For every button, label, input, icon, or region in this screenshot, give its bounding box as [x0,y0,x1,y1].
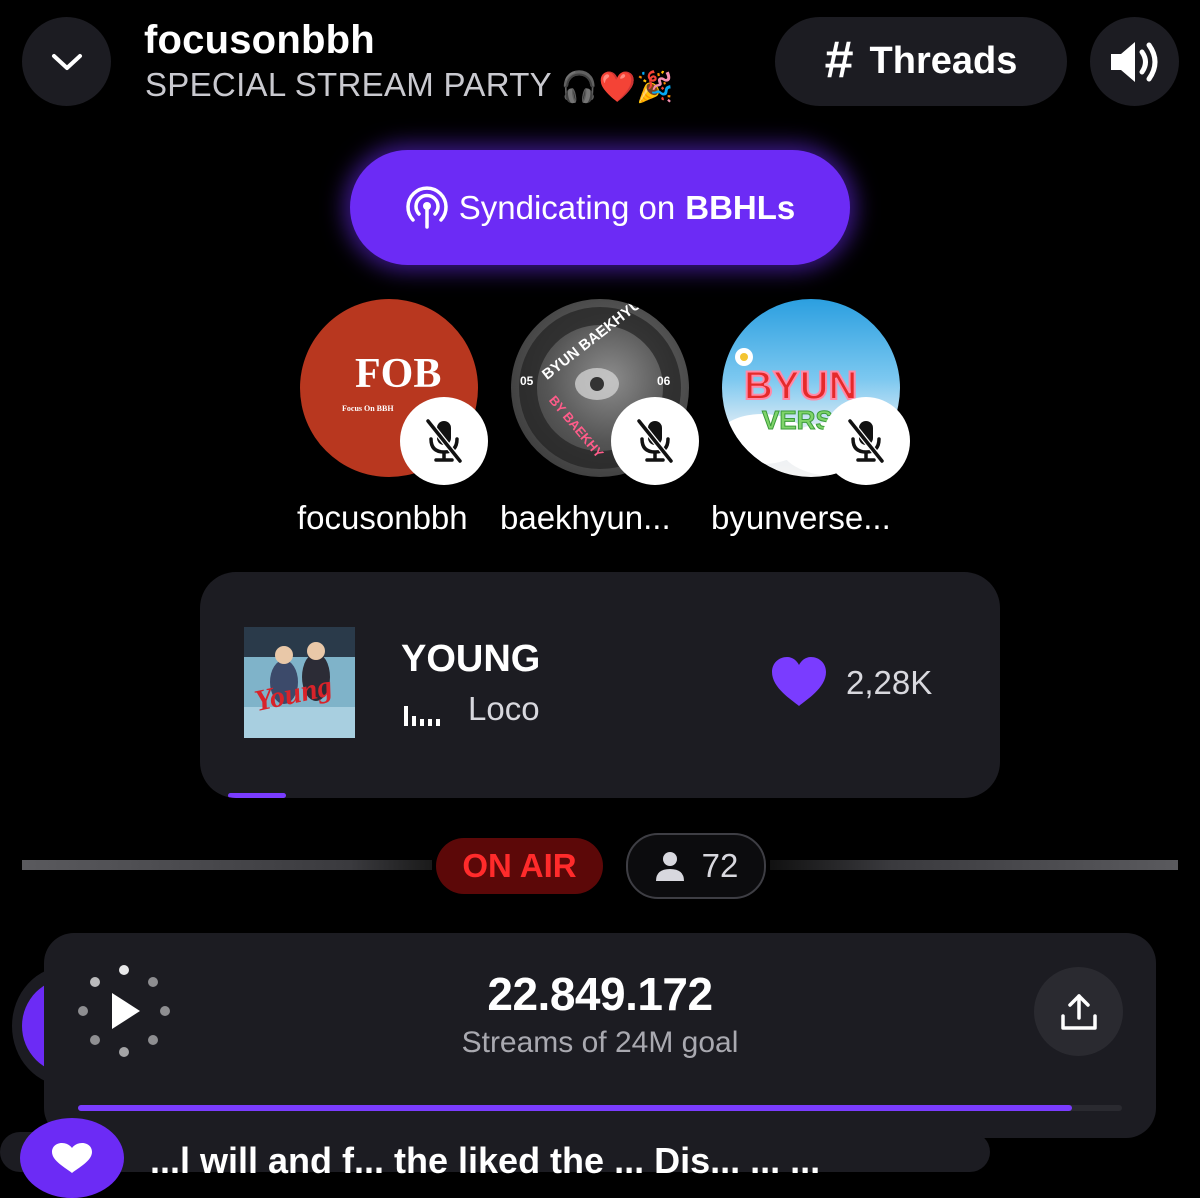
streams-goal-card: 22.849.172 Streams of 24M goal [44,933,1156,1138]
divider-left [22,860,432,870]
syndicate-network: BBHLs [685,188,796,226]
chat-message-text: ...l will and f... the liked the ... Dis… [150,1140,821,1181]
heart-icon[interactable] [770,656,828,708]
speaker-name: focusonbbh [297,499,468,536]
person-icon [655,852,684,881]
share-upload-icon [1060,993,1097,1030]
like-count: 2,28K [846,664,933,701]
stream-count: 22.849.172 [487,968,713,1020]
mic-muted-badge [611,397,699,485]
broadcast-icon [406,185,448,229]
svg-text:BYUN: BYUN [744,364,857,408]
room-subtitle-emojis: 🎧❤️🎉 [560,70,674,104]
speaker-volume-icon [1110,41,1157,82]
listener-count-badge[interactable]: 72 [626,833,766,899]
mic-off-icon [847,419,885,463]
svg-text:05: 05 [520,374,534,388]
room-title: focusonbbh [144,18,375,62]
room-subtitle-text: SPECIAL STREAM PARTY [145,66,552,103]
room-subtitle: SPECIAL STREAM PARTY 🎧❤️🎉 [145,66,674,105]
track-title: YOUNG [401,638,541,680]
threads-label: Threads [869,40,1018,82]
mic-muted-badge [822,397,910,485]
chevron-down-icon [51,53,82,70]
heart-icon [52,1143,92,1173]
syndicate-prefix: Syndicating on [458,188,676,226]
svg-text:FOB: FOB [355,351,441,397]
mic-off-icon [636,419,674,463]
svg-text:06: 06 [657,374,671,388]
album-cover: Young [244,627,355,738]
hash-icon: # [824,30,854,89]
threads-button[interactable]: # Threads [775,17,1067,106]
track-progress-bar [228,793,286,798]
svg-text:Focus On BBH: Focus On BBH [342,404,394,413]
divider-right [770,860,1178,870]
mic-muted-badge [400,397,488,485]
stream-goal-label: Streams of 24M goal [461,1026,739,1059]
speaker-name: baekhyun... [500,499,671,536]
equalizer-icon [404,706,440,726]
mic-off-icon [425,419,463,463]
on-air-badge: ON AIR [436,838,603,894]
listener-count: 72 [701,847,739,884]
share-button[interactable] [1034,967,1123,1056]
track-artist: Loco [468,690,540,727]
speaker-name: byunverse... [711,499,891,536]
collapse-button[interactable] [22,17,111,106]
goal-progress-fill [78,1105,1072,1111]
now-playing-card[interactable]: Young YOUNG Loco 2,28K [200,572,1000,798]
syndicate-button[interactable]: Syndicating on BBHLs [350,150,850,265]
goal-progress-track [78,1105,1122,1111]
sound-button[interactable] [1090,17,1179,106]
